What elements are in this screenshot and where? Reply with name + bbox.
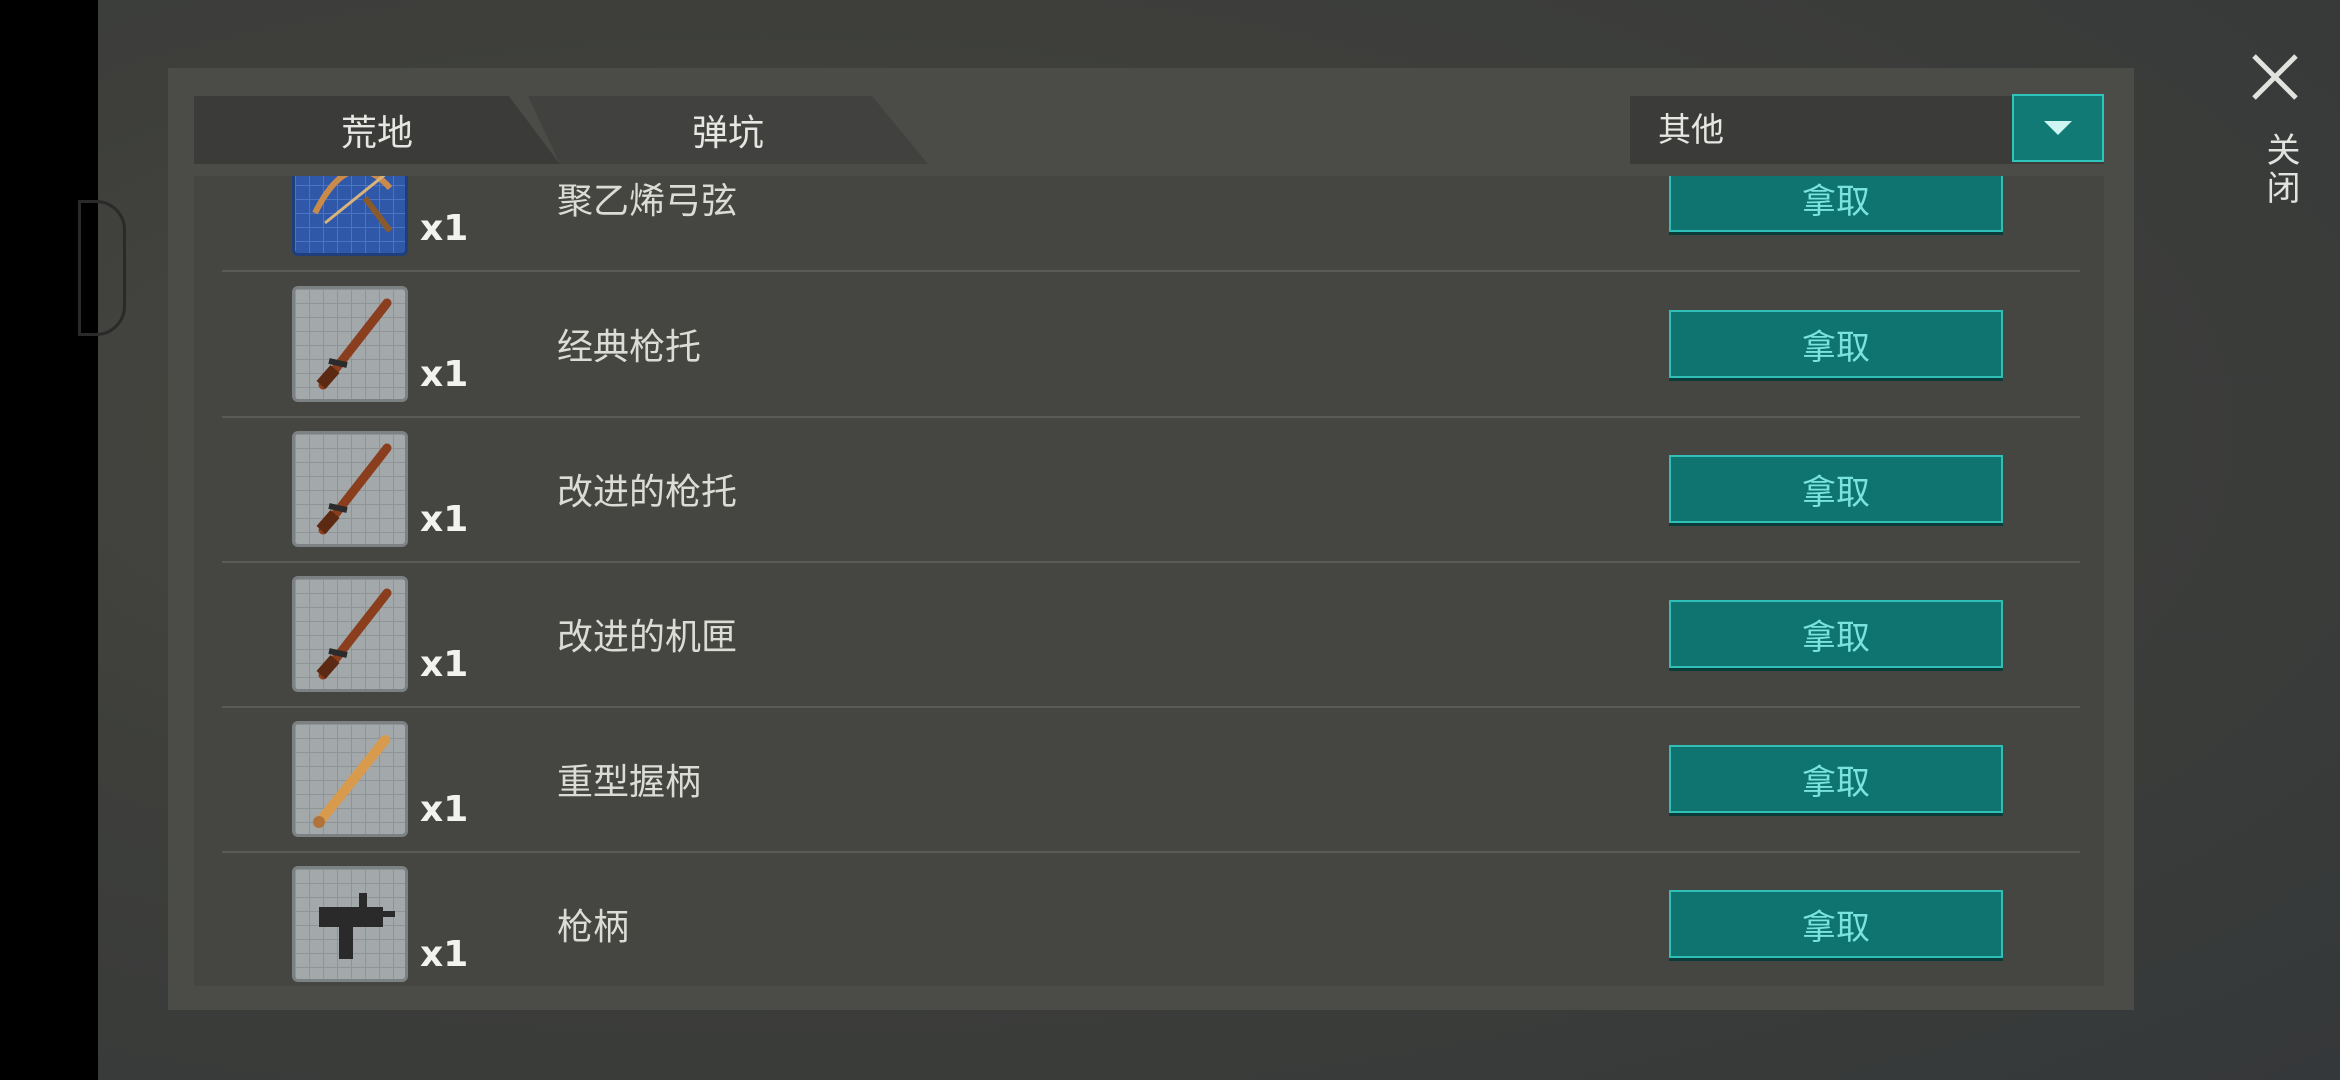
item-name: 聚乙烯弓弦 bbox=[557, 181, 738, 222]
tab-crater[interactable]: 弹坑 bbox=[528, 96, 928, 164]
take-button[interactable]: 拿取 bbox=[1669, 890, 2003, 958]
camera-cutout bbox=[78, 200, 126, 336]
item-name: 改进的枪托 bbox=[557, 472, 738, 513]
chevron-down-icon bbox=[2044, 121, 2072, 135]
take-button[interactable]: 拿取 bbox=[1669, 600, 2003, 668]
item-name: 重型握柄 bbox=[557, 762, 702, 803]
list-item: x1 枪柄 拿取 bbox=[222, 852, 2080, 986]
list-item: x1 聚乙烯弓弦 拿取 bbox=[222, 176, 2080, 272]
rifle-blueprint-icon bbox=[292, 576, 408, 692]
item-quantity: x1 bbox=[420, 644, 469, 685]
rifle-blueprint-icon bbox=[292, 286, 408, 402]
item-name: 改进的机匣 bbox=[557, 617, 738, 658]
item-name: 枪柄 bbox=[557, 907, 630, 948]
close-icon[interactable] bbox=[2248, 50, 2302, 104]
take-button[interactable]: 拿取 bbox=[1669, 745, 2003, 813]
list-item: x1 改进的枪托 拿取 bbox=[222, 417, 2080, 563]
list-item: x1 重型握柄 拿取 bbox=[222, 707, 2080, 853]
take-button[interactable]: 拿取 bbox=[1669, 455, 2003, 523]
item-name: 经典枪托 bbox=[557, 327, 702, 368]
list-item: x1 改进的机匣 拿取 bbox=[222, 562, 2080, 708]
close-label[interactable]: 关闭 bbox=[2256, 132, 2305, 208]
tab-wasteland[interactable]: 荒地 bbox=[194, 96, 560, 164]
list-item: x1 经典枪托 拿取 bbox=[222, 272, 2080, 418]
dropdown-selected: 其他 bbox=[1658, 110, 1724, 149]
item-quantity: x1 bbox=[420, 789, 469, 830]
bat-blueprint-icon bbox=[292, 721, 408, 837]
crossbow-blueprint-icon bbox=[292, 176, 408, 256]
take-button[interactable]: 拿取 bbox=[1669, 310, 2003, 378]
location-tabs: 弹坑 荒地 其他 bbox=[194, 94, 2104, 164]
tab-label: 弹坑 bbox=[691, 113, 764, 154]
dropdown-toggle-button[interactable] bbox=[2012, 94, 2104, 162]
tab-label: 荒地 bbox=[340, 113, 413, 154]
rifle-blueprint-icon bbox=[292, 431, 408, 547]
item-quantity: x1 bbox=[420, 208, 469, 249]
smg-blueprint-icon bbox=[292, 866, 408, 982]
item-list[interactable]: x1 聚乙烯弓弦 拿取 x1 经典枪托 拿取 x1 改进的枪托 拿取 x1 改进… bbox=[194, 176, 2104, 986]
category-dropdown[interactable]: 其他 bbox=[1630, 94, 2104, 164]
item-quantity: x1 bbox=[420, 499, 469, 540]
item-quantity: x1 bbox=[420, 354, 469, 395]
item-quantity: x1 bbox=[420, 934, 469, 975]
take-button[interactable]: 拿取 bbox=[1669, 176, 2003, 232]
